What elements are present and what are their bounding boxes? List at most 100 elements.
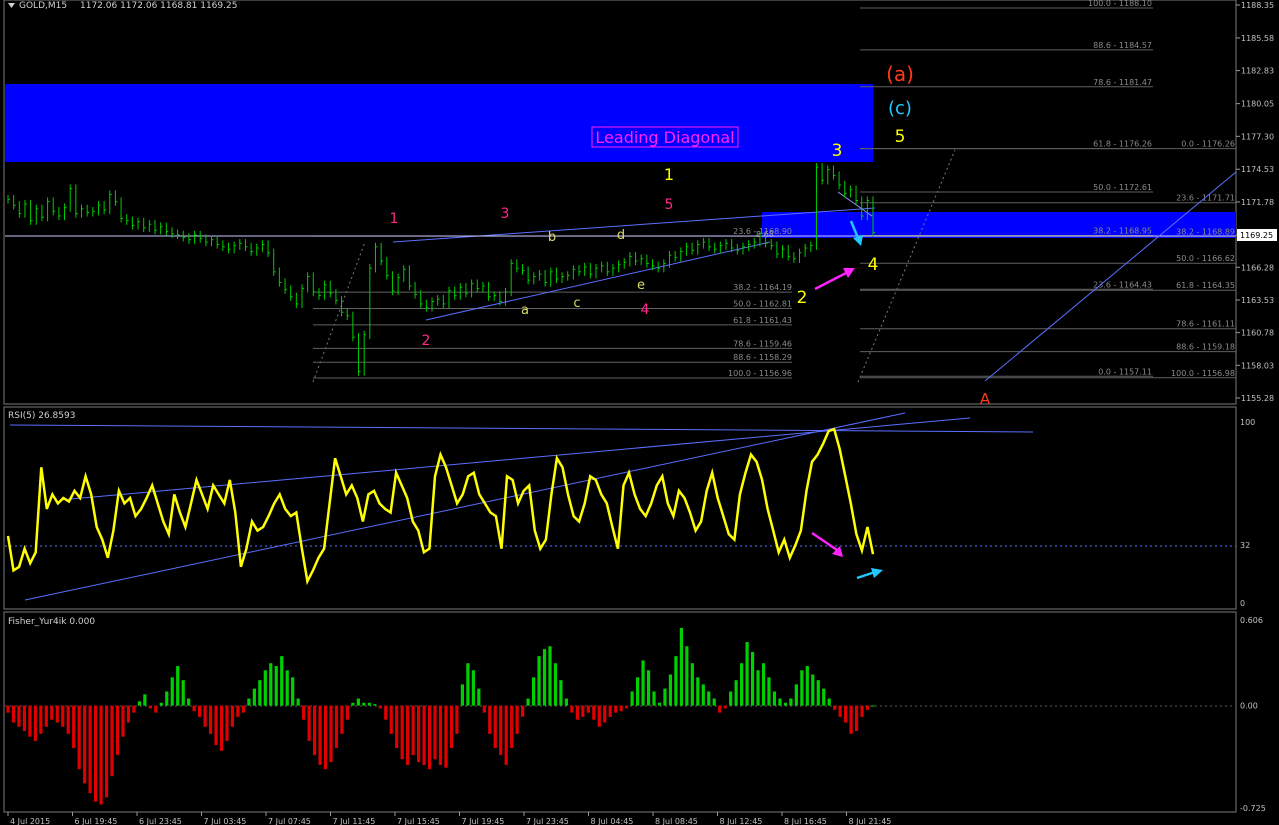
wave-5-pink-label: 5 — [665, 197, 674, 213]
price-tick-label: 1163.53 — [1241, 296, 1274, 305]
fisher-bar — [575, 705, 579, 720]
time-tick-label: 7 Jul 03:45 — [204, 817, 247, 825]
wave-3-pink-label: 3 — [501, 206, 510, 222]
wave-a-paren-label: (a) — [886, 62, 914, 86]
wave-1-pink-label: 1 — [390, 211, 399, 227]
resistance-zone — [5, 84, 873, 162]
fisher-bar — [438, 705, 443, 765]
price-tick-label: 1180.05 — [1241, 100, 1274, 109]
fisher-bar — [564, 698, 569, 706]
time-tick-label: 8 Jul 12:45 — [720, 817, 763, 825]
fisher-bar — [225, 705, 229, 741]
fisher-bar — [581, 705, 585, 717]
fisher-bar — [833, 705, 837, 710]
fisher-bar — [198, 705, 202, 717]
fisher-bar — [761, 663, 766, 706]
fisher-tick-label: -0.725 — [1240, 804, 1266, 813]
fisher-bar — [619, 705, 623, 712]
fib-level-label: 50.0 - 1166.62 — [1176, 254, 1235, 263]
rsi-tick-label: 100 — [1240, 418, 1255, 427]
fisher-bar — [323, 705, 328, 770]
fisher-bar — [11, 705, 16, 723]
fisher-bar — [718, 705, 722, 713]
fisher-bar — [88, 705, 92, 794]
fisher-bar — [219, 705, 224, 751]
fisher-bar — [701, 684, 705, 706]
fisher-bar — [241, 705, 246, 713]
fisher-bar — [542, 649, 547, 706]
rsi-magenta-arrow — [811, 531, 843, 557]
fib-level-label: 23.6 - 1171.71 — [1176, 194, 1235, 203]
fib-labels-right-a: 100.0 - 1188.10 88.6 - 1184.57 78.6 - 1181… — [1088, 0, 1152, 376]
fisher-bar — [849, 705, 853, 734]
fisher-bar — [526, 698, 530, 706]
chart-canvas[interactable]: GOLD,M15 1172.06 1172.06 1168.81 1169.25… — [0, 0, 1279, 825]
price-tick-label: 1182.83 — [1241, 67, 1274, 76]
fisher-bar — [126, 705, 131, 723]
fisher-bar — [83, 705, 87, 784]
fib-level-label: 78.6 - 1181.47 — [1093, 78, 1152, 87]
fisher-bar — [411, 705, 415, 756]
fisher-bar — [838, 705, 842, 717]
fib-level-label: 61.8 - 1161.43 — [733, 316, 792, 325]
price-tick-label: 1174.53 — [1241, 165, 1274, 174]
fisher-bar — [55, 705, 59, 723]
fisher-bar — [165, 691, 169, 706]
fisher-bar — [351, 702, 355, 706]
fisher-bar — [269, 663, 273, 706]
fisher-bar — [291, 677, 295, 706]
subwave-d-label: d — [617, 228, 625, 243]
fib-level-label: 50.0 - 1162.81 — [733, 300, 792, 309]
fisher-tick-label: 0.00 — [1240, 702, 1258, 711]
fisher-bar — [28, 705, 32, 737]
fisher-bar — [460, 684, 464, 706]
subwave-b-label: b — [548, 230, 556, 245]
wave-2-pink-label: 2 — [422, 333, 431, 349]
fisher-bar — [318, 705, 322, 765]
rsi-axis: 100 32 0 — [1240, 418, 1255, 608]
time-tick-label: 7 Jul 15:45 — [397, 817, 440, 825]
fisher-bar — [674, 656, 678, 706]
fisher-bar — [466, 663, 470, 706]
magenta-up-arrow — [814, 268, 855, 291]
wave-1-yellow-label: 1 — [664, 165, 674, 184]
fisher-bar — [729, 691, 733, 706]
triangle-down-icon[interactable] — [8, 3, 15, 8]
fisher-bar — [345, 705, 350, 720]
ohlc-values: 1172.06 1172.06 1168.81 1169.25 — [80, 1, 237, 11]
fisher-bar — [548, 646, 552, 706]
fib-level-label: 38.2 - 1168.89 — [1176, 227, 1235, 236]
fisher-bar — [652, 691, 656, 706]
symbol-label: GOLD,M15 — [19, 1, 67, 11]
fib-level-label: 23.6 - 1164.43 — [1093, 280, 1152, 289]
fisher-bar — [143, 694, 147, 706]
fisher-bar — [296, 698, 300, 706]
time-tick-label: 8 Jul 21:45 — [849, 817, 892, 825]
fisher-bar — [110, 705, 114, 777]
fisher-bar — [280, 656, 284, 706]
fisher-bar — [17, 705, 21, 727]
fisher-bar — [192, 705, 196, 712]
fisher-bar — [214, 705, 218, 746]
fisher-bar — [302, 705, 306, 720]
fisher-bar — [66, 705, 70, 734]
fisher-bar — [482, 705, 486, 713]
rsi-cyan-arrow — [856, 568, 883, 580]
fisher-bar — [395, 705, 399, 748]
fisher-bar — [263, 670, 267, 706]
fib-labels-right-b: 0.0 - 1176.26 23.6 - 1171.71 38.2 - 1168.8… — [1171, 140, 1235, 378]
rsi-series-line — [6, 427, 875, 586]
fisher-bar — [597, 705, 601, 727]
fisher-bar — [854, 705, 859, 732]
fisher-bar — [236, 705, 240, 717]
fisher-bar — [33, 705, 37, 741]
fisher-bar — [187, 698, 191, 706]
fisher-bar — [367, 702, 371, 706]
current-price-label: 1169.25 — [1240, 231, 1273, 240]
fisher-bar — [586, 705, 590, 713]
price-tick-label: 1166.28 — [1241, 263, 1274, 272]
fisher-label: Fisher_Yur4ik 0.000 — [8, 617, 95, 627]
fisher-bar — [592, 705, 596, 720]
fisher-bar — [104, 705, 109, 798]
time-axis: 4 Jul 2015 6 Jul 19:45 6 Jul 23:45 7 Jul 03… — [7, 812, 892, 825]
